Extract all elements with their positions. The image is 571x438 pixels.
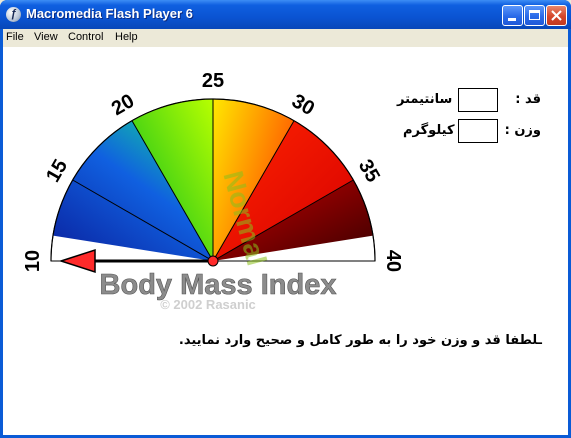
flash-player-window: ƒ Macromedia Flash Player 6 File View Co…: [0, 0, 571, 438]
window-title: Macromedia Flash Player 6: [26, 6, 193, 21]
gauge-sectors: [50, 98, 376, 262]
copyright-text: © 2002 Rasanic: [160, 297, 256, 312]
height-label: قد :: [515, 92, 541, 107]
tick-label: 15: [42, 156, 72, 186]
tick-label: 10: [22, 250, 44, 272]
close-button[interactable]: [546, 5, 567, 26]
menu-view[interactable]: View: [34, 31, 58, 43]
menu-help[interactable]: Help: [115, 31, 138, 43]
menu-bar: File View Control Help: [3, 29, 568, 47]
height-unit: سانتیمتر: [397, 92, 453, 107]
pointer-hub: [207, 255, 219, 267]
close-icon: [551, 10, 562, 21]
weight-unit: کیلوگرم: [403, 123, 455, 138]
menu-control[interactable]: Control: [68, 31, 103, 43]
title-bar[interactable]: ƒ Macromedia Flash Player 6: [0, 0, 571, 29]
tick-label: 30: [288, 90, 318, 120]
weight-input[interactable]: [458, 119, 498, 143]
minimize-icon: [508, 18, 516, 21]
height-input[interactable]: [458, 88, 498, 112]
flash-stage: 10 15 20 25 30 35 40 Normal Body Mass Index © …: [3, 47, 568, 435]
menu-file[interactable]: File: [6, 31, 24, 43]
height-row: قد : سانتیمتر: [393, 88, 553, 114]
weight-label: وزن :: [504, 123, 541, 138]
maximize-button[interactable]: [524, 5, 545, 26]
flash-player-icon[interactable]: ƒ: [6, 7, 21, 22]
weight-row: وزن : کیلوگرم: [393, 119, 553, 145]
minimize-button[interactable]: [502, 5, 523, 26]
maximize-icon: [529, 10, 540, 20]
tick-label: 40: [382, 250, 404, 272]
tick-label: 20: [108, 90, 138, 120]
tick-label: 25: [202, 70, 224, 92]
tick-label: 35: [354, 156, 384, 186]
instruction-text: ـلطفا قد و وزن خود را به طور کامل و صحیح…: [178, 333, 542, 348]
